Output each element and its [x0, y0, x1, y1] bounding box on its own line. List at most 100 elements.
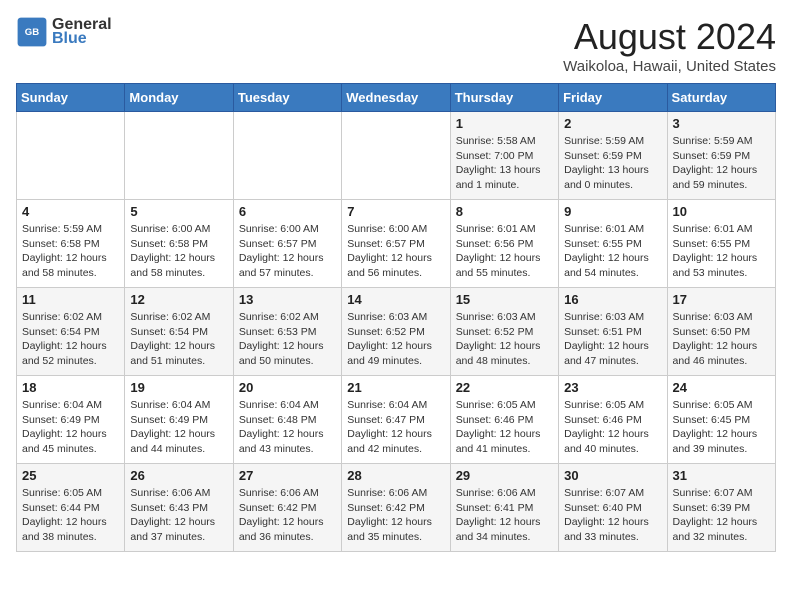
day-number: 27	[239, 468, 336, 483]
day-number: 1	[456, 116, 553, 131]
day-info: Sunrise: 6:03 AM Sunset: 6:50 PM Dayligh…	[673, 310, 770, 369]
day-number: 31	[673, 468, 770, 483]
day-number: 28	[347, 468, 444, 483]
calendar-day-cell: 26 Sunrise: 6:06 AM Sunset: 6:43 PM Dayli…	[125, 464, 233, 552]
day-header-tuesday: Tuesday	[233, 84, 341, 112]
day-info: Sunrise: 6:07 AM Sunset: 6:39 PM Dayligh…	[673, 486, 770, 545]
calendar-day-cell: 17Sunrise: 6:03 AM Sunset: 6:50 PM Dayli…	[667, 288, 775, 376]
calendar-day-cell: 13 Sunrise: 6:02 AM Sunset: 6:53 PM Dayli…	[233, 288, 341, 376]
calendar-day-cell: 14Sunrise: 6:03 AM Sunset: 6:52 PM Dayli…	[342, 288, 450, 376]
calendar-day-cell: 10 Sunrise: 6:01 AM Sunset: 6:55 PM Dayli…	[667, 200, 775, 288]
empty-cell	[125, 112, 233, 200]
empty-cell	[17, 112, 125, 200]
day-info: Sunrise: 6:00 AM Sunset: 6:57 PM Dayligh…	[239, 222, 336, 281]
calendar-day-cell: 30 Sunrise: 6:07 AM Sunset: 6:40 PM Dayli…	[559, 464, 667, 552]
day-header-thursday: Thursday	[450, 84, 558, 112]
calendar-day-cell: 1 Sunrise: 5:58 AM Sunset: 7:00 PM Daylig…	[450, 112, 558, 200]
calendar-day-cell: 21 Sunrise: 6:04 AM Sunset: 6:47 PM Dayli…	[342, 376, 450, 464]
calendar-day-cell: 12 Sunrise: 6:02 AM Sunset: 6:54 PM Dayli…	[125, 288, 233, 376]
month-year-title: August 2024	[563, 16, 776, 58]
calendar-day-cell: 3 Sunrise: 5:59 AM Sunset: 6:59 PM Daylig…	[667, 112, 775, 200]
calendar-day-cell: 25 Sunrise: 6:05 AM Sunset: 6:44 PM Dayli…	[17, 464, 125, 552]
day-header-saturday: Saturday	[667, 84, 775, 112]
calendar-day-cell: 19 Sunrise: 6:04 AM Sunset: 6:49 PM Dayli…	[125, 376, 233, 464]
day-info: Sunrise: 6:04 AM Sunset: 6:47 PM Dayligh…	[347, 398, 444, 457]
day-number: 4	[22, 204, 119, 219]
day-number: 13	[239, 292, 336, 307]
day-number: 19	[130, 380, 227, 395]
day-info: Sunrise: 6:01 AM Sunset: 6:55 PM Dayligh…	[673, 222, 770, 281]
day-info: Sunrise: 6:01 AM Sunset: 6:56 PM Dayligh…	[456, 222, 553, 281]
calendar-day-cell: 23 Sunrise: 6:05 AM Sunset: 6:46 PM Dayli…	[559, 376, 667, 464]
day-number: 20	[239, 380, 336, 395]
day-number: 26	[130, 468, 227, 483]
calendar-day-cell: 31 Sunrise: 6:07 AM Sunset: 6:39 PM Dayli…	[667, 464, 775, 552]
day-header-monday: Monday	[125, 84, 233, 112]
svg-text:GB: GB	[25, 27, 39, 38]
calendar-header-row: SundayMondayTuesdayWednesdayThursdayFrid…	[17, 84, 776, 112]
day-info: Sunrise: 6:03 AM Sunset: 6:52 PM Dayligh…	[456, 310, 553, 369]
day-number: 15	[456, 292, 553, 307]
day-info: Sunrise: 6:06 AM Sunset: 6:43 PM Dayligh…	[130, 486, 227, 545]
day-number: 18	[22, 380, 119, 395]
day-info: Sunrise: 6:04 AM Sunset: 6:48 PM Dayligh…	[239, 398, 336, 457]
location-subtitle: Waikoloa, Hawaii, United States	[563, 58, 776, 75]
day-number: 12	[130, 292, 227, 307]
day-info: Sunrise: 5:59 AM Sunset: 6:58 PM Dayligh…	[22, 222, 119, 281]
day-info: Sunrise: 5:59 AM Sunset: 6:59 PM Dayligh…	[673, 134, 770, 193]
calendar-day-cell: 27 Sunrise: 6:06 AM Sunset: 6:42 PM Dayli…	[233, 464, 341, 552]
day-number: 7	[347, 204, 444, 219]
day-info: Sunrise: 6:00 AM Sunset: 6:57 PM Dayligh…	[347, 222, 444, 281]
calendar-day-cell: 7 Sunrise: 6:00 AM Sunset: 6:57 PM Daylig…	[342, 200, 450, 288]
empty-cell	[342, 112, 450, 200]
day-number: 3	[673, 116, 770, 131]
day-info: Sunrise: 6:02 AM Sunset: 6:54 PM Dayligh…	[130, 310, 227, 369]
day-info: Sunrise: 6:07 AM Sunset: 6:40 PM Dayligh…	[564, 486, 661, 545]
empty-cell	[233, 112, 341, 200]
day-info: Sunrise: 6:05 AM Sunset: 6:45 PM Dayligh…	[673, 398, 770, 457]
day-info: Sunrise: 6:02 AM Sunset: 6:54 PM Dayligh…	[22, 310, 119, 369]
title-block: August 2024 Waikoloa, Hawaii, United Sta…	[563, 16, 776, 75]
day-number: 2	[564, 116, 661, 131]
day-header-wednesday: Wednesday	[342, 84, 450, 112]
day-number: 22	[456, 380, 553, 395]
day-info: Sunrise: 6:02 AM Sunset: 6:53 PM Dayligh…	[239, 310, 336, 369]
logo-icon: GB	[16, 16, 48, 48]
day-number: 21	[347, 380, 444, 395]
day-header-sunday: Sunday	[17, 84, 125, 112]
day-number: 5	[130, 204, 227, 219]
day-info: Sunrise: 5:58 AM Sunset: 7:00 PM Dayligh…	[456, 134, 553, 193]
day-number: 25	[22, 468, 119, 483]
calendar-week-row: 18 Sunrise: 6:04 AM Sunset: 6:49 PM Dayli…	[17, 376, 776, 464]
day-info: Sunrise: 6:05 AM Sunset: 6:46 PM Dayligh…	[456, 398, 553, 457]
calendar-day-cell: 20 Sunrise: 6:04 AM Sunset: 6:48 PM Dayli…	[233, 376, 341, 464]
calendar-day-cell: 5 Sunrise: 6:00 AM Sunset: 6:58 PM Daylig…	[125, 200, 233, 288]
calendar-week-row: 4 Sunrise: 5:59 AM Sunset: 6:58 PM Daylig…	[17, 200, 776, 288]
day-number: 16	[564, 292, 661, 307]
day-number: 10	[673, 204, 770, 219]
calendar-week-row: 11Sunrise: 6:02 AM Sunset: 6:54 PM Dayli…	[17, 288, 776, 376]
calendar-week-row: 25 Sunrise: 6:05 AM Sunset: 6:44 PM Dayli…	[17, 464, 776, 552]
day-info: Sunrise: 6:04 AM Sunset: 6:49 PM Dayligh…	[22, 398, 119, 457]
day-number: 29	[456, 468, 553, 483]
calendar-day-cell: 18 Sunrise: 6:04 AM Sunset: 6:49 PM Dayli…	[17, 376, 125, 464]
calendar-day-cell: 8Sunrise: 6:01 AM Sunset: 6:56 PM Daylig…	[450, 200, 558, 288]
day-info: Sunrise: 6:01 AM Sunset: 6:55 PM Dayligh…	[564, 222, 661, 281]
day-number: 23	[564, 380, 661, 395]
day-info: Sunrise: 6:03 AM Sunset: 6:51 PM Dayligh…	[564, 310, 661, 369]
day-number: 24	[673, 380, 770, 395]
day-info: Sunrise: 6:06 AM Sunset: 6:42 PM Dayligh…	[239, 486, 336, 545]
day-info: Sunrise: 6:00 AM Sunset: 6:58 PM Dayligh…	[130, 222, 227, 281]
day-number: 6	[239, 204, 336, 219]
day-info: Sunrise: 6:04 AM Sunset: 6:49 PM Dayligh…	[130, 398, 227, 457]
calendar-day-cell: 28Sunrise: 6:06 AM Sunset: 6:42 PM Dayli…	[342, 464, 450, 552]
day-info: Sunrise: 6:05 AM Sunset: 6:46 PM Dayligh…	[564, 398, 661, 457]
calendar-day-cell: 22 Sunrise: 6:05 AM Sunset: 6:46 PM Dayli…	[450, 376, 558, 464]
calendar-day-cell: 15 Sunrise: 6:03 AM Sunset: 6:52 PM Dayli…	[450, 288, 558, 376]
day-info: Sunrise: 5:59 AM Sunset: 6:59 PM Dayligh…	[564, 134, 661, 193]
day-number: 30	[564, 468, 661, 483]
day-info: Sunrise: 6:05 AM Sunset: 6:44 PM Dayligh…	[22, 486, 119, 545]
calendar-day-cell: 29Sunrise: 6:06 AM Sunset: 6:41 PM Dayli…	[450, 464, 558, 552]
calendar-day-cell: 6 Sunrise: 6:00 AM Sunset: 6:57 PM Daylig…	[233, 200, 341, 288]
calendar-week-row: 1 Sunrise: 5:58 AM Sunset: 7:00 PM Daylig…	[17, 112, 776, 200]
